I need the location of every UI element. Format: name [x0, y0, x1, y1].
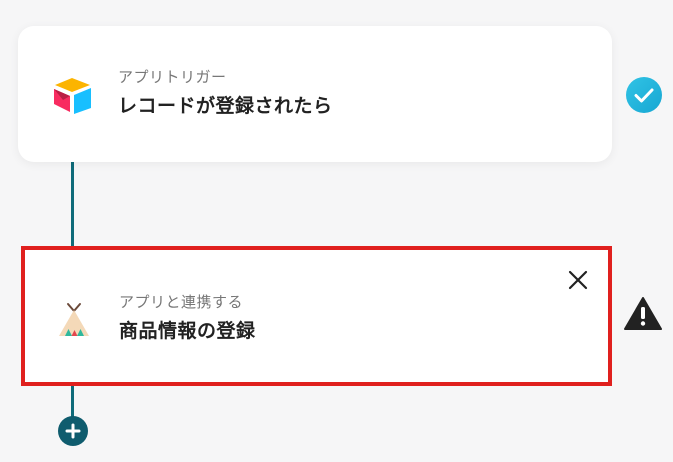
- action-step-card[interactable]: アプリと連携する 商品情報の登録: [21, 246, 612, 386]
- airtable-icon: [54, 78, 91, 114]
- teepee-tent-icon: [59, 303, 89, 336]
- add-step-button[interactable]: [58, 416, 88, 446]
- close-icon[interactable]: [566, 268, 590, 292]
- trigger-label: アプリトリガー: [118, 68, 227, 86]
- action-title: 商品情報の登録: [119, 320, 256, 342]
- flow-connector-bottom: [71, 384, 74, 418]
- check-circle-icon: [626, 77, 662, 113]
- flow-connector-top: [71, 160, 74, 248]
- plus-icon: [65, 423, 81, 439]
- action-label: アプリと連携する: [119, 293, 244, 311]
- trigger-title: レコードが登録されたら: [118, 95, 333, 117]
- warning-icon: [624, 297, 662, 330]
- trigger-step-card[interactable]: アプリトリガー レコードが登録されたら: [18, 26, 612, 162]
